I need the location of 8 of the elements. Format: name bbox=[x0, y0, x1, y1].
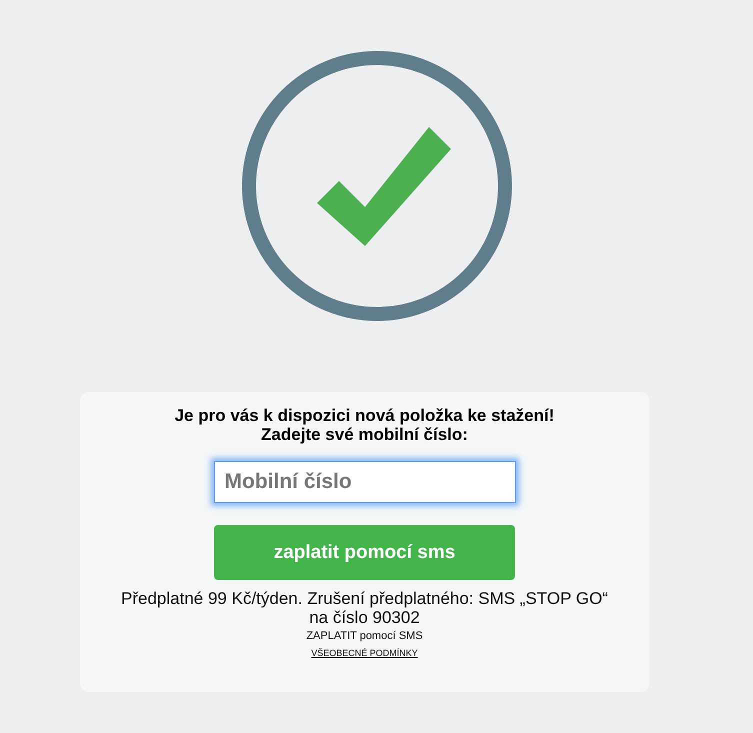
heading-text: Zadejte své mobilní číslo: bbox=[261, 425, 468, 444]
terms-text: na číslo 90302 bbox=[308, 608, 421, 627]
success-check-icon bbox=[240, 50, 512, 322]
terms-text: Předplatné 99 Kč/týden. Zrušení předplatného: SMS „STOP GO“ bbox=[121, 589, 608, 608]
heading-text: Je pro vás k dispozici nová položka ke stažení! bbox=[174, 406, 554, 425]
phone-input-field[interactable]: Mobilní číslo bbox=[214, 461, 516, 503]
note-text: ZAPLATIT pomocí SMS bbox=[306, 630, 423, 642]
conditions-link[interactable]: VŠEOBECNÉ PODMÍNKY bbox=[311, 648, 418, 658]
